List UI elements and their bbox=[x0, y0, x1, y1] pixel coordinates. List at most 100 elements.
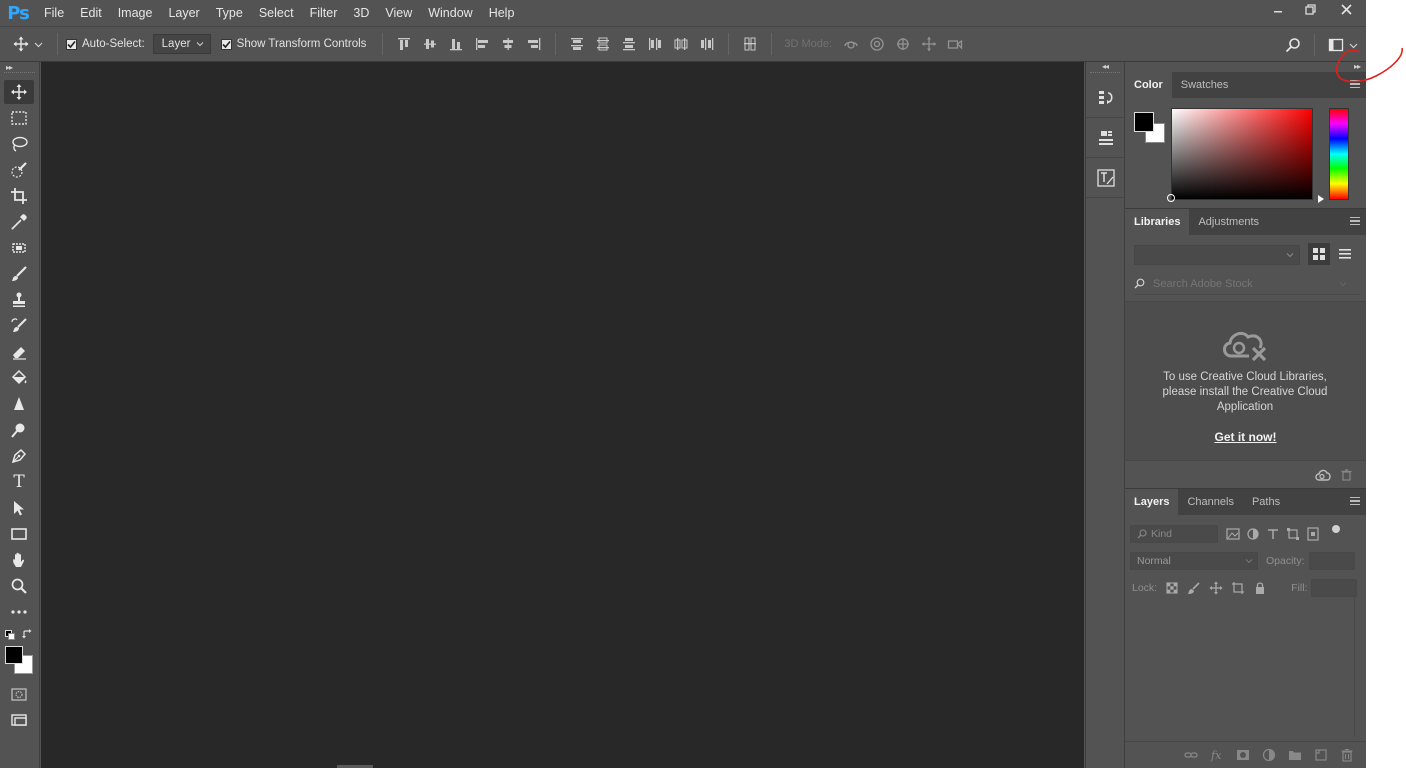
minimize-button[interactable] bbox=[1262, 0, 1294, 18]
tool-preset-picker[interactable] bbox=[8, 31, 34, 57]
pixel-layer-filter-icon[interactable] bbox=[1226, 527, 1240, 541]
document-canvas-area[interactable] bbox=[41, 62, 1084, 768]
character-panel-button[interactable] bbox=[1086, 158, 1126, 198]
libraries-panel-menu-icon[interactable] bbox=[1350, 217, 1360, 225]
brush-tool[interactable] bbox=[4, 262, 34, 286]
lock-image-pixels-icon[interactable] bbox=[1187, 581, 1201, 595]
more-tools[interactable] bbox=[4, 600, 34, 624]
hand-tool[interactable] bbox=[4, 548, 34, 572]
type-layer-filter-icon[interactable] bbox=[1266, 527, 1280, 541]
restore-button[interactable] bbox=[1294, 0, 1326, 18]
quick-mask-button[interactable] bbox=[4, 682, 34, 706]
3d-pan-button[interactable] bbox=[890, 31, 916, 57]
align-bottom-edges-button[interactable] bbox=[443, 31, 469, 57]
lock-transparent-pixels-icon[interactable] bbox=[1165, 581, 1179, 595]
tab-layers[interactable]: Layers bbox=[1125, 489, 1179, 515]
type-tool[interactable]: T bbox=[4, 470, 34, 494]
align-top-edges-button[interactable] bbox=[391, 31, 417, 57]
dodge-tool[interactable] bbox=[4, 418, 34, 442]
foreground-color-swatch[interactable] bbox=[5, 646, 23, 664]
menu-window[interactable]: Window bbox=[420, 0, 480, 26]
distribute-hcenter-button[interactable] bbox=[668, 31, 694, 57]
adjustment-layer-icon[interactable] bbox=[1262, 748, 1276, 762]
auto-align-layers-button[interactable] bbox=[737, 31, 763, 57]
paint-bucket-tool[interactable] bbox=[4, 366, 34, 390]
tab-libraries[interactable]: Libraries bbox=[1125, 209, 1190, 235]
tab-paths[interactable]: Paths bbox=[1243, 489, 1289, 515]
menu-edit[interactable]: Edit bbox=[72, 0, 110, 26]
adjustment-layer-filter-icon[interactable] bbox=[1246, 527, 1260, 541]
chevron-down-icon[interactable] bbox=[1339, 280, 1347, 288]
tools-grip[interactable] bbox=[4, 72, 35, 78]
default-colors-icon[interactable] bbox=[5, 630, 15, 640]
menu-3d[interactable]: 3D bbox=[345, 0, 377, 26]
tab-swatches[interactable]: Swatches bbox=[1172, 72, 1238, 98]
layer-kind-filter-select[interactable]: Kind bbox=[1130, 525, 1218, 543]
auto-select-target-dropdown[interactable]: Layer bbox=[152, 34, 211, 54]
smart-object-filter-icon[interactable] bbox=[1306, 527, 1320, 541]
align-horizontal-centers-button[interactable] bbox=[495, 31, 521, 57]
tab-color[interactable]: Color bbox=[1125, 72, 1172, 98]
path-selection-tool[interactable] bbox=[4, 496, 34, 520]
new-layer-icon[interactable] bbox=[1314, 748, 1328, 762]
rectangle-tool[interactable] bbox=[4, 522, 34, 546]
swap-colors-icon[interactable] bbox=[22, 629, 33, 640]
creative-cloud-icon[interactable] bbox=[1315, 469, 1331, 481]
align-vertical-centers-button[interactable] bbox=[417, 31, 443, 57]
clone-stamp-tool[interactable] bbox=[4, 288, 34, 312]
3d-slide-button[interactable] bbox=[916, 31, 942, 57]
3d-scale-button[interactable] bbox=[942, 31, 968, 57]
distribute-top-button[interactable] bbox=[564, 31, 590, 57]
blur-tool[interactable] bbox=[4, 392, 34, 416]
layer-style-fx-icon[interactable]: fx bbox=[1210, 748, 1224, 762]
close-button[interactable] bbox=[1326, 0, 1366, 18]
eyedropper-tool[interactable] bbox=[4, 210, 34, 234]
3d-roll-button[interactable] bbox=[864, 31, 890, 57]
spot-healing-tool[interactable] bbox=[4, 236, 34, 260]
trash-icon[interactable] bbox=[1341, 469, 1352, 481]
menu-help[interactable]: Help bbox=[481, 0, 523, 26]
chevron-down-icon[interactable] bbox=[34, 40, 43, 49]
color-picker-field[interactable] bbox=[1171, 108, 1313, 200]
link-layers-icon[interactable] bbox=[1184, 748, 1198, 762]
history-panel-button[interactable] bbox=[1086, 78, 1126, 118]
properties-panel-button[interactable] bbox=[1086, 118, 1126, 158]
get-it-now-link[interactable]: Get it now! bbox=[1125, 430, 1366, 444]
trash-icon[interactable] bbox=[1340, 748, 1354, 762]
distribute-bottom-button[interactable] bbox=[616, 31, 642, 57]
grid-view-button[interactable] bbox=[1308, 243, 1330, 265]
menu-image[interactable]: Image bbox=[110, 0, 161, 26]
history-brush-tool[interactable] bbox=[4, 314, 34, 338]
new-group-folder-icon[interactable] bbox=[1288, 748, 1302, 762]
menu-layer[interactable]: Layer bbox=[160, 0, 207, 26]
eraser-tool[interactable] bbox=[4, 340, 34, 364]
pen-tool[interactable] bbox=[4, 444, 34, 468]
menu-file[interactable]: File bbox=[36, 0, 72, 26]
blend-mode-select[interactable]: Normal bbox=[1130, 552, 1258, 570]
3d-orbit-button[interactable] bbox=[838, 31, 864, 57]
lasso-tool[interactable] bbox=[4, 132, 34, 156]
collapse-dock-button[interactable]: ◂◂ bbox=[1086, 62, 1124, 72]
fill-input[interactable] bbox=[1311, 579, 1358, 597]
align-right-edges-button[interactable] bbox=[521, 31, 547, 57]
stock-search-input[interactable] bbox=[1153, 277, 1339, 290]
quick-selection-tool[interactable] bbox=[4, 158, 34, 182]
zoom-tool[interactable] bbox=[4, 574, 34, 598]
distribute-left-button[interactable] bbox=[642, 31, 668, 57]
distribute-vcenter-button[interactable] bbox=[590, 31, 616, 57]
lock-position-icon[interactable] bbox=[1209, 581, 1223, 595]
shape-layer-filter-icon[interactable] bbox=[1286, 527, 1300, 541]
layers-list[interactable] bbox=[1125, 597, 1355, 737]
crop-tool[interactable] bbox=[4, 184, 34, 208]
menu-type[interactable]: Type bbox=[208, 0, 251, 26]
opacity-input[interactable] bbox=[1308, 552, 1355, 570]
align-left-edges-button[interactable] bbox=[469, 31, 495, 57]
hue-slider-marker[interactable] bbox=[1318, 195, 1324, 203]
add-mask-icon[interactable] bbox=[1236, 748, 1250, 762]
layers-panel-menu-icon[interactable] bbox=[1350, 497, 1360, 505]
hue-slider[interactable] bbox=[1329, 108, 1349, 200]
collapse-tools-button[interactable]: ▸▸ bbox=[0, 62, 39, 72]
move-tool[interactable] bbox=[4, 80, 34, 104]
auto-select-checkbox[interactable] bbox=[66, 38, 77, 50]
filter-toggle-dot[interactable] bbox=[1332, 525, 1340, 533]
